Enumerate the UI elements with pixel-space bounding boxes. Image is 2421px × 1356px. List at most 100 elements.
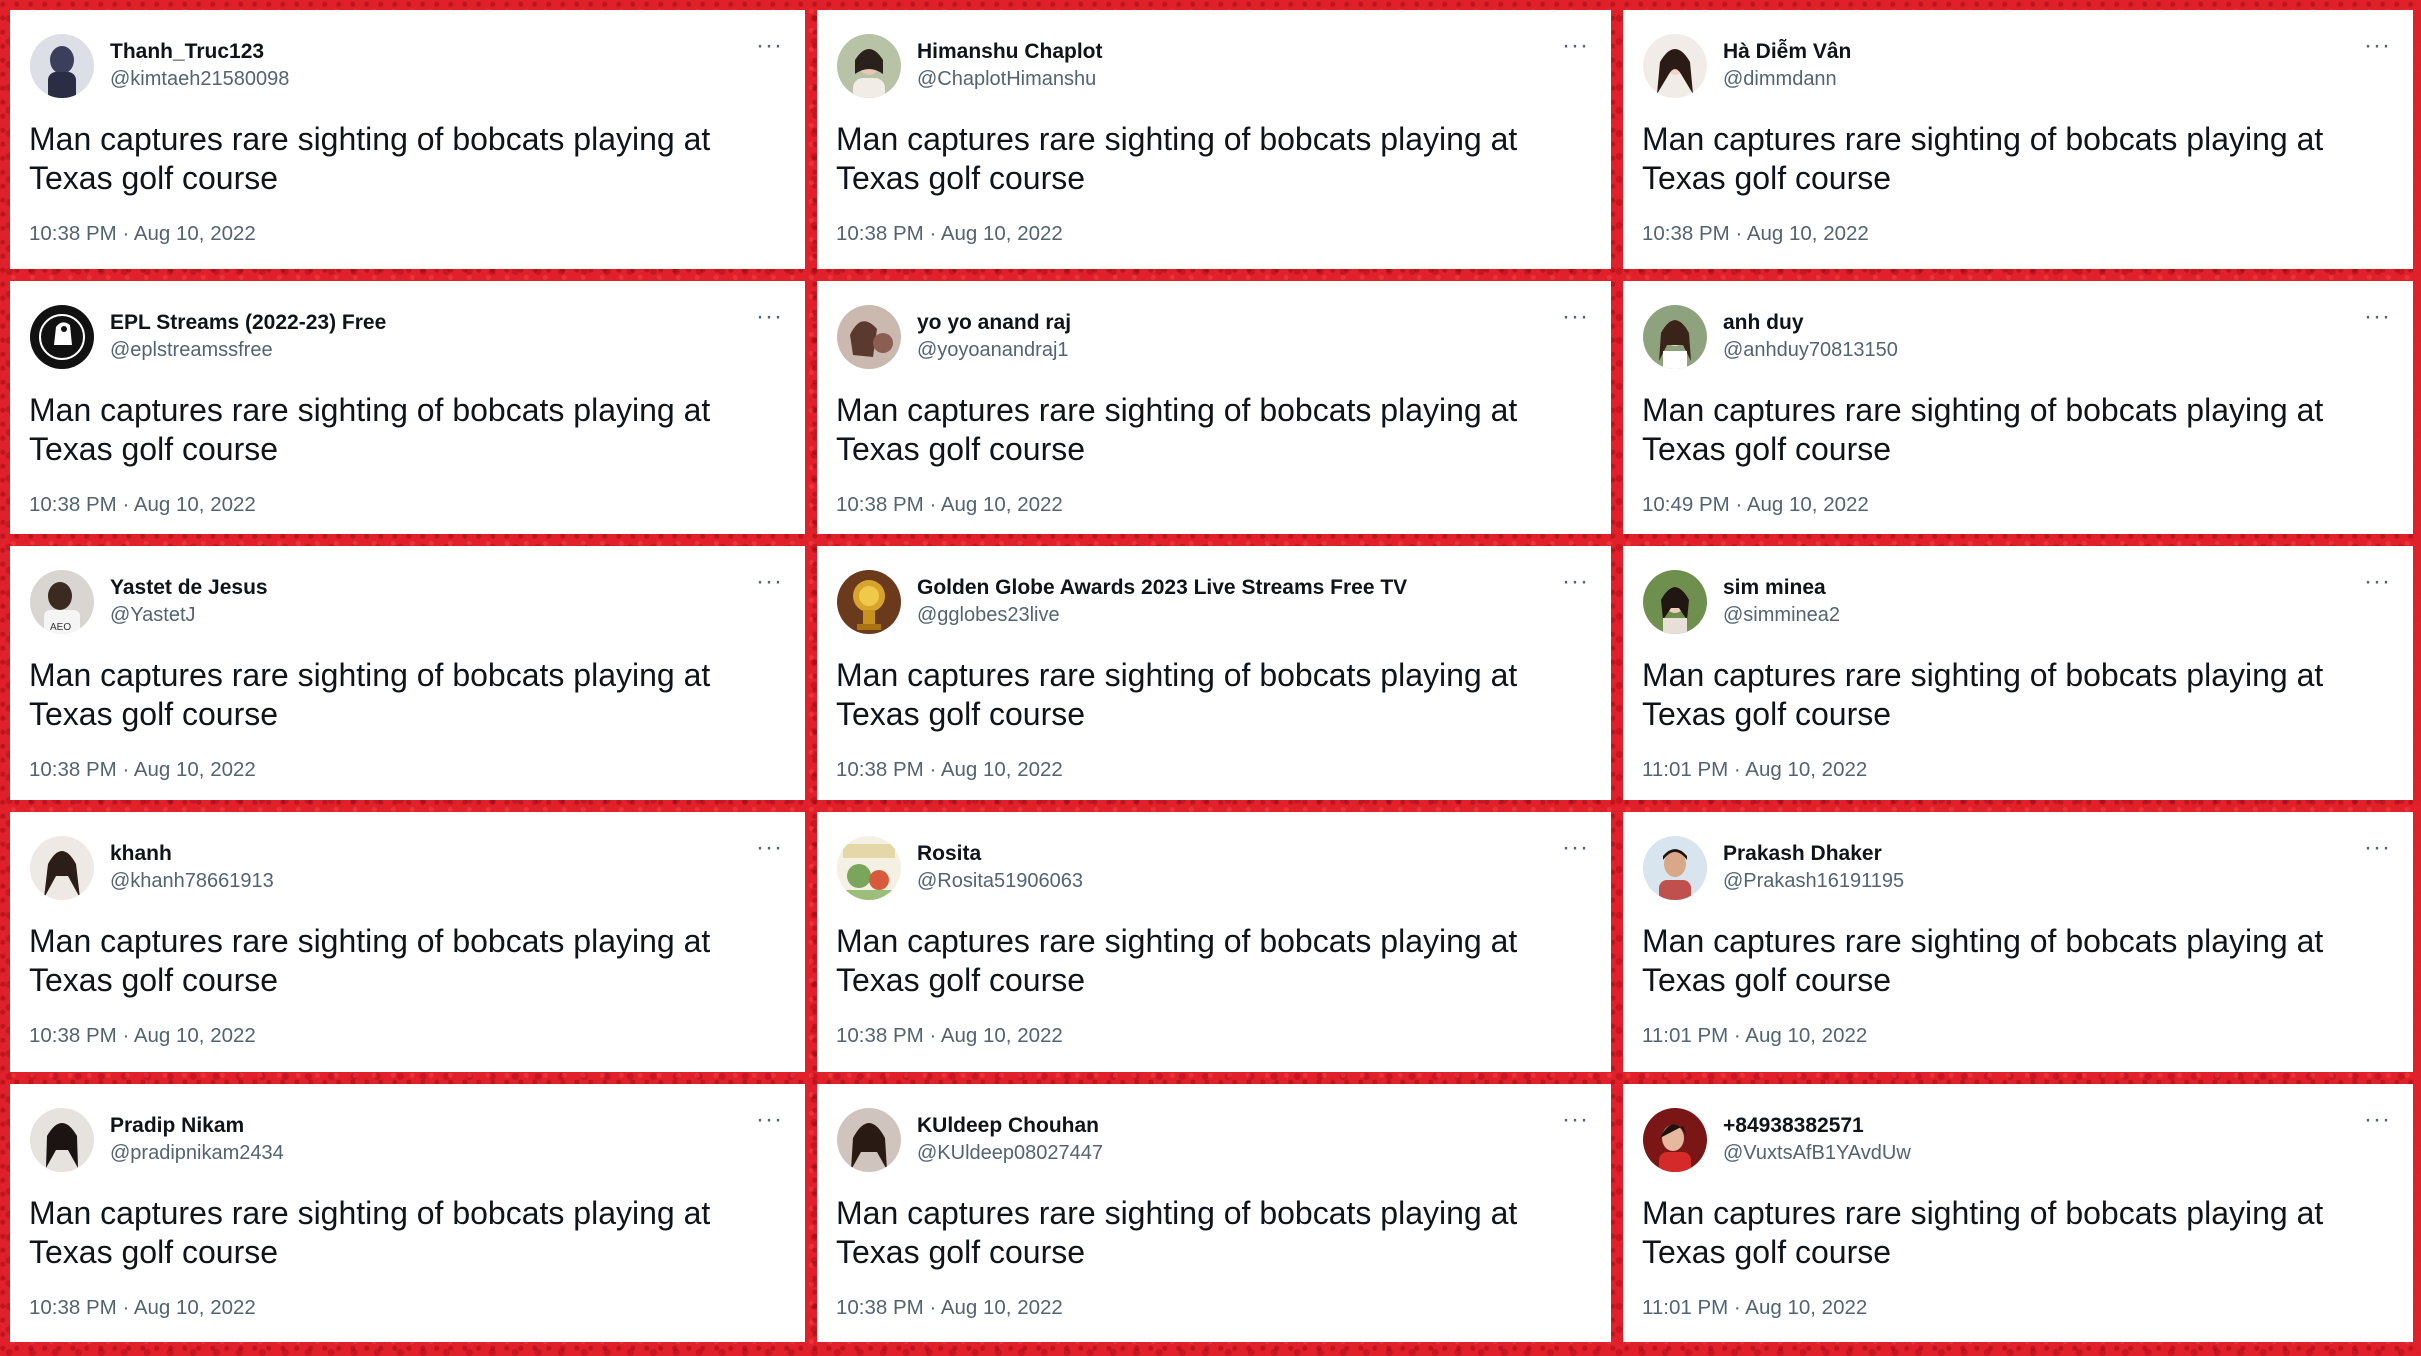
user-handle[interactable]: @pradipnikam2434 bbox=[110, 1142, 284, 1165]
user-handle[interactable]: @ChaplotHimanshu bbox=[917, 68, 1096, 91]
tweet-timestamp[interactable]: 10:38 PM · Aug 10, 2022 bbox=[836, 493, 1063, 517]
tweet-text: Man captures rare sighting of bobcats pl… bbox=[29, 923, 711, 998]
tweet-card[interactable]: Thanh_Truc123 @kimtaeh21580098 ··· Man c… bbox=[10, 10, 805, 269]
display-name[interactable]: yo yo anand raj bbox=[917, 311, 1071, 335]
user-handle[interactable]: @eplstreamssfree bbox=[110, 339, 273, 362]
user-handle[interactable]: @dimmdann bbox=[1723, 68, 1837, 91]
tweet-timestamp[interactable]: 10:38 PM · Aug 10, 2022 bbox=[836, 1296, 1063, 1320]
tweet-text: Man captures rare sighting of bobcats pl… bbox=[836, 657, 1518, 732]
tweet-card[interactable]: Rosita @Rosita51906063 ··· Man captures … bbox=[817, 812, 1611, 1072]
more-options-icon[interactable]: ··· bbox=[2364, 305, 2391, 329]
display-name[interactable]: +84938382571 bbox=[1723, 1114, 1864, 1138]
avatar[interactable] bbox=[1643, 1108, 1707, 1172]
tweet-timestamp[interactable]: 10:38 PM · Aug 10, 2022 bbox=[836, 1024, 1063, 1048]
avatar[interactable] bbox=[837, 836, 901, 900]
more-options-icon[interactable]: ··· bbox=[756, 1108, 783, 1132]
more-options-icon[interactable]: ··· bbox=[1562, 570, 1589, 594]
tweet-card[interactable]: +84938382571 @VuxtsAfB1YAvdUw ··· Man ca… bbox=[1623, 1084, 2413, 1342]
avatar[interactable] bbox=[30, 1108, 94, 1172]
tweet-text: Man captures rare sighting of bobcats pl… bbox=[29, 392, 711, 467]
user-handle[interactable]: @khanh78661913 bbox=[110, 870, 274, 893]
user-handle[interactable]: @YastetJ bbox=[110, 604, 196, 627]
avatar[interactable] bbox=[30, 305, 94, 369]
avatar[interactable] bbox=[837, 570, 901, 634]
more-options-icon[interactable]: ··· bbox=[2364, 34, 2391, 58]
tweet-text: Man captures rare sighting of bobcats pl… bbox=[836, 121, 1518, 196]
more-options-icon[interactable]: ··· bbox=[756, 305, 783, 329]
tweet-text: Man captures rare sighting of bobcats pl… bbox=[1642, 657, 2324, 732]
tweet-card[interactable]: yo yo anand raj @yoyoanandraj1 ··· Man c… bbox=[817, 281, 1611, 534]
user-handle[interactable]: @KUldeep08027447 bbox=[917, 1142, 1103, 1165]
tweet-timestamp[interactable]: 11:01 PM · Aug 10, 2022 bbox=[1642, 1024, 1867, 1048]
avatar[interactable] bbox=[30, 836, 94, 900]
display-name[interactable]: Hà Diễm Vân bbox=[1723, 40, 1851, 64]
display-name[interactable]: Thanh_Truc123 bbox=[110, 40, 264, 64]
more-options-icon[interactable]: ··· bbox=[756, 34, 783, 58]
user-handle[interactable]: @gglobes23live bbox=[917, 604, 1060, 627]
tweet-card[interactable]: khanh @khanh78661913 ··· Man captures ra… bbox=[10, 812, 805, 1072]
tweet-card[interactable]: Golden Globe Awards 2023 Live Streams Fr… bbox=[817, 546, 1611, 800]
user-handle[interactable]: @anhduy70813150 bbox=[1723, 339, 1898, 362]
avatar[interactable] bbox=[1643, 305, 1707, 369]
tweet-text: Man captures rare sighting of bobcats pl… bbox=[1642, 392, 2324, 467]
tweet-card[interactable]: anh duy @anhduy70813150 ··· Man captures… bbox=[1623, 281, 2413, 534]
display-name[interactable]: Prakash Dhaker bbox=[1723, 842, 1882, 866]
tweet-timestamp[interactable]: 10:38 PM · Aug 10, 2022 bbox=[29, 758, 256, 782]
more-options-icon[interactable]: ··· bbox=[756, 570, 783, 594]
more-options-icon[interactable]: ··· bbox=[2364, 570, 2391, 594]
user-handle[interactable]: @yoyoanandraj1 bbox=[917, 339, 1069, 362]
avatar[interactable] bbox=[837, 1108, 901, 1172]
more-options-icon[interactable]: ··· bbox=[1562, 305, 1589, 329]
display-name[interactable]: anh duy bbox=[1723, 311, 1804, 335]
tweet-text: Man captures rare sighting of bobcats pl… bbox=[29, 1195, 711, 1270]
display-name[interactable]: KUldeep Chouhan bbox=[917, 1114, 1099, 1138]
tweet-timestamp[interactable]: 10:38 PM · Aug 10, 2022 bbox=[1642, 222, 1869, 246]
svg-text:AEO: AEO bbox=[50, 622, 71, 633]
tweet-timestamp[interactable]: 10:38 PM · Aug 10, 2022 bbox=[29, 1296, 256, 1320]
tweet-text: Man captures rare sighting of bobcats pl… bbox=[29, 657, 711, 732]
tweet-timestamp[interactable]: 11:01 PM · Aug 10, 2022 bbox=[1642, 758, 1867, 782]
tweet-card[interactable]: Himanshu Chaplot @ChaplotHimanshu ··· Ma… bbox=[817, 10, 1611, 269]
tweet-timestamp[interactable]: 10:38 PM · Aug 10, 2022 bbox=[29, 1024, 256, 1048]
avatar[interactable] bbox=[1643, 34, 1707, 98]
more-options-icon[interactable]: ··· bbox=[2364, 1108, 2391, 1132]
avatar[interactable] bbox=[1643, 836, 1707, 900]
display-name[interactable]: Himanshu Chaplot bbox=[917, 40, 1103, 64]
avatar[interactable] bbox=[837, 305, 901, 369]
display-name[interactable]: khanh bbox=[110, 842, 172, 866]
avatar[interactable] bbox=[30, 34, 94, 98]
tweet-timestamp[interactable]: 10:38 PM · Aug 10, 2022 bbox=[29, 222, 256, 246]
tweet-card[interactable]: AEO Yastet de Jesus @YastetJ ··· Man cap… bbox=[10, 546, 805, 800]
tweet-card[interactable]: Pradip Nikam @pradipnikam2434 ··· Man ca… bbox=[10, 1084, 805, 1342]
tweet-timestamp[interactable]: 10:49 PM · Aug 10, 2022 bbox=[1642, 493, 1869, 517]
tweet-timestamp[interactable]: 11:01 PM · Aug 10, 2022 bbox=[1642, 1296, 1867, 1320]
avatar[interactable] bbox=[837, 34, 901, 98]
display-name[interactable]: sim minea bbox=[1723, 576, 1826, 600]
display-name[interactable]: Rosita bbox=[917, 842, 981, 866]
more-options-icon[interactable]: ··· bbox=[2364, 836, 2391, 860]
user-handle[interactable]: @simminea2 bbox=[1723, 604, 1840, 627]
tweet-card[interactable]: KUldeep Chouhan @KUldeep08027447 ··· Man… bbox=[817, 1084, 1611, 1342]
more-options-icon[interactable]: ··· bbox=[1562, 1108, 1589, 1132]
tweet-text: Man captures rare sighting of bobcats pl… bbox=[1642, 121, 2324, 196]
display-name[interactable]: Golden Globe Awards 2023 Live Streams Fr… bbox=[917, 576, 1407, 600]
user-handle[interactable]: @Rosita51906063 bbox=[917, 870, 1083, 893]
tweet-timestamp[interactable]: 10:38 PM · Aug 10, 2022 bbox=[29, 493, 256, 517]
avatar[interactable] bbox=[1643, 570, 1707, 634]
tweet-timestamp[interactable]: 10:38 PM · Aug 10, 2022 bbox=[836, 758, 1063, 782]
user-handle[interactable]: @VuxtsAfB1YAvdUw bbox=[1723, 1142, 1911, 1165]
more-options-icon[interactable]: ··· bbox=[1562, 34, 1589, 58]
tweet-card[interactable]: Prakash Dhaker @Prakash16191195 ··· Man … bbox=[1623, 812, 2413, 1072]
tweet-timestamp[interactable]: 10:38 PM · Aug 10, 2022 bbox=[836, 222, 1063, 246]
user-handle[interactable]: @kimtaeh21580098 bbox=[110, 68, 289, 91]
display-name[interactable]: Pradip Nikam bbox=[110, 1114, 244, 1138]
tweet-card[interactable]: Hà Diễm Vân @dimmdann ··· Man captures r… bbox=[1623, 10, 2413, 269]
tweet-card[interactable]: sim minea @simminea2 ··· Man captures ra… bbox=[1623, 546, 2413, 800]
avatar[interactable]: AEO bbox=[30, 570, 94, 634]
tweet-card[interactable]: EPL Streams (2022-23) Free @eplstreamssf… bbox=[10, 281, 805, 534]
more-options-icon[interactable]: ··· bbox=[1562, 836, 1589, 860]
user-handle[interactable]: @Prakash16191195 bbox=[1723, 870, 1904, 893]
more-options-icon[interactable]: ··· bbox=[756, 836, 783, 860]
display-name[interactable]: Yastet de Jesus bbox=[110, 576, 268, 600]
display-name[interactable]: EPL Streams (2022-23) Free bbox=[110, 311, 386, 335]
